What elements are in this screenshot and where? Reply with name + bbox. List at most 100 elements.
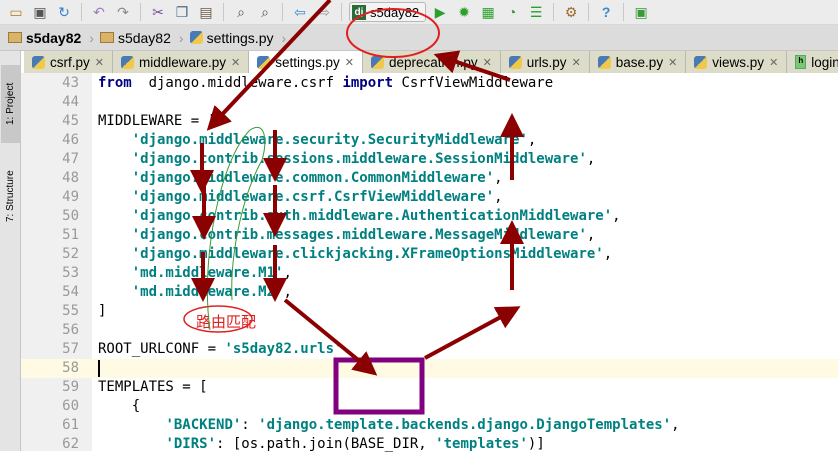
toolbar-divider	[341, 3, 342, 21]
code-text: TEMPLATES = [	[98, 378, 208, 397]
profile-icon[interactable]: ◔	[502, 2, 522, 22]
code-token: MIDDLEWARE = [	[98, 113, 217, 129]
tab-middleware-py[interactable]: middleware.py ✕	[112, 51, 250, 73]
code-line: 47 'django.contrib.sessions.middleware.S…	[0, 150, 838, 169]
copy-icon[interactable]: ❐	[172, 2, 192, 22]
code-token: )]	[527, 436, 545, 452]
close-tab-icon[interactable]: ✕	[483, 56, 492, 69]
breadcrumb-project[interactable]: s5day82 ›	[8, 30, 94, 46]
tab-deprecation-py[interactable]: deprecation.py ✕	[363, 51, 501, 73]
line-number: 58	[62, 360, 79, 376]
toolbar-divider	[81, 3, 82, 21]
code-token: 'django.middleware.security.SecurityMidd…	[131, 132, 528, 148]
sdk-icon[interactable]: ▣	[631, 2, 651, 22]
python-file-icon	[189, 31, 203, 44]
tab-base-py[interactable]: base.py ✕	[589, 51, 687, 73]
line-number: 50	[62, 208, 79, 224]
line-number: 49	[62, 189, 79, 205]
code-token: CsrfViewMiddleware	[393, 75, 554, 91]
code-line: 53 'md.middleware.M1',	[0, 264, 838, 283]
replace-icon[interactable]: ⌕	[255, 2, 275, 22]
toolbar-divider	[588, 3, 590, 21]
code-token: 'templates'	[435, 436, 528, 452]
code-token: :	[241, 417, 259, 433]
tab-urls-py[interactable]: urls.py ✕	[500, 51, 590, 73]
debug-icon[interactable]: ✹	[454, 2, 474, 22]
code-line: 59 TEMPLATES = [	[0, 378, 838, 397]
tab-views-py[interactable]: views.py ✕	[686, 51, 788, 73]
line-number: 57	[62, 341, 79, 357]
code-token: 's5day82.urls'	[224, 341, 343, 357]
close-tab-icon[interactable]: ✕	[769, 56, 778, 69]
close-tab-icon[interactable]: ✕	[231, 56, 240, 69]
django-icon: dj	[352, 4, 366, 20]
breadcrumb-file[interactable]: settings.py ›	[189, 29, 287, 46]
tab-login-h[interactable]: h login.h	[787, 51, 838, 73]
toolbar-divider	[223, 3, 224, 21]
code-text: 'django.middleware.common.CommonMiddlewa…	[98, 169, 503, 188]
breadcrumb-label: s5day82	[117, 29, 171, 46]
code-text: 'django.contrib.sessions.middleware.Sess…	[98, 150, 596, 169]
line-number: 52	[62, 246, 79, 262]
line-number: 48	[62, 170, 79, 186]
run-icon[interactable]: ▶	[430, 2, 450, 22]
close-tab-icon[interactable]: ✕	[345, 56, 354, 69]
code-token: 'django.middleware.common.CommonMiddlewa…	[131, 170, 495, 186]
code-token: ,	[494, 189, 503, 205]
code-token: ,	[586, 227, 596, 243]
save-icon[interactable]: ▣	[30, 2, 50, 22]
close-tab-icon[interactable]: ✕	[95, 56, 104, 69]
line-number: 55	[62, 303, 79, 319]
code-text: 'django.middleware.csrf.CsrfViewMiddlewa…	[98, 188, 503, 207]
redo-icon[interactable]: ↷	[113, 2, 133, 22]
code-token: 'BACKEND'	[165, 417, 242, 433]
tab-csrf-py[interactable]: csrf.py ✕	[24, 51, 113, 73]
code-text: 'md.middleware.M1',	[98, 264, 292, 283]
chevron-right-icon: ›	[281, 29, 287, 46]
close-tab-icon[interactable]: ✕	[668, 56, 677, 69]
sync-icon[interactable]: ↻	[54, 2, 74, 22]
run-configuration-select[interactable]: dj s5day82	[349, 2, 427, 22]
undo-icon[interactable]: ↶	[89, 2, 109, 22]
code-text: ROOT_URLCONF = 's5day82.urls'	[98, 340, 342, 359]
settings-icon[interactable]: ⚙	[561, 2, 581, 22]
back-icon[interactable]: ⇦	[290, 2, 310, 22]
tab-settings-py[interactable]: settings.py ✕	[249, 51, 364, 73]
code-line: 45 MIDDLEWARE = [	[0, 112, 838, 131]
code-token: ROOT_URLCONF =	[98, 341, 225, 357]
main-toolbar: ▭ ▣ ↻ ↶ ↷ ✂ ❐ ▤ ⌕ ⌕ ⇦ ⇨ dj s5day82 ▶ ✹ ▦…	[0, 0, 838, 25]
forward-icon[interactable]: ⇨	[314, 2, 334, 22]
cut-icon[interactable]: ✂	[148, 2, 168, 22]
code-line: 52 'django.middleware.clickjacking.XFram…	[0, 245, 838, 264]
code-text: 'md.middleware.M2',	[98, 283, 292, 302]
code-line: 54 'md.middleware.M2',	[0, 283, 838, 302]
code-token: 'django.template.backends.django.DjangoT…	[258, 417, 672, 433]
code-token: 'django.middleware.csrf.CsrfViewMiddlewa…	[131, 189, 495, 205]
open-folder-icon[interactable]: ▭	[6, 2, 26, 22]
help-icon[interactable]: ?	[596, 2, 616, 22]
code-line: 57 ROOT_URLCONF = 's5day82.urls'	[0, 340, 838, 359]
code-line: 46 'django.middleware.security.SecurityM…	[0, 131, 838, 150]
paste-icon[interactable]: ▤	[196, 2, 216, 22]
code-line: 55]	[0, 302, 838, 321]
tab-label: views.py	[712, 54, 765, 70]
code-token: 'md.middleware.M1'	[131, 265, 284, 281]
close-tab-icon[interactable]: ✕	[572, 56, 581, 69]
code-token: ,	[527, 132, 537, 148]
code-line: 50 'django.contrib.auth.middleware.Authe…	[0, 207, 838, 226]
folder-icon	[99, 32, 114, 43]
code-token: 'django.middleware.clickjacking.XFrameOp…	[131, 246, 604, 262]
concurrency-icon[interactable]: ☰	[526, 2, 546, 22]
coverage-icon[interactable]: ▦	[478, 2, 498, 22]
code-token: ,	[494, 170, 503, 186]
breadcrumb-package[interactable]: s5day82 ›	[99, 29, 184, 46]
code-token: 'django.contrib.auth.middleware.Authenti…	[131, 208, 613, 224]
code-token: TEMPLATES = [	[98, 379, 208, 395]
chevron-right-icon: ›	[178, 29, 184, 46]
code-token: 'DIRS'	[165, 436, 217, 452]
annotation-note: 路由匹配	[196, 314, 257, 331]
find-icon[interactable]: ⌕	[231, 2, 251, 22]
code-token: 'django.contrib.messages.middleware.Mess…	[131, 227, 587, 243]
